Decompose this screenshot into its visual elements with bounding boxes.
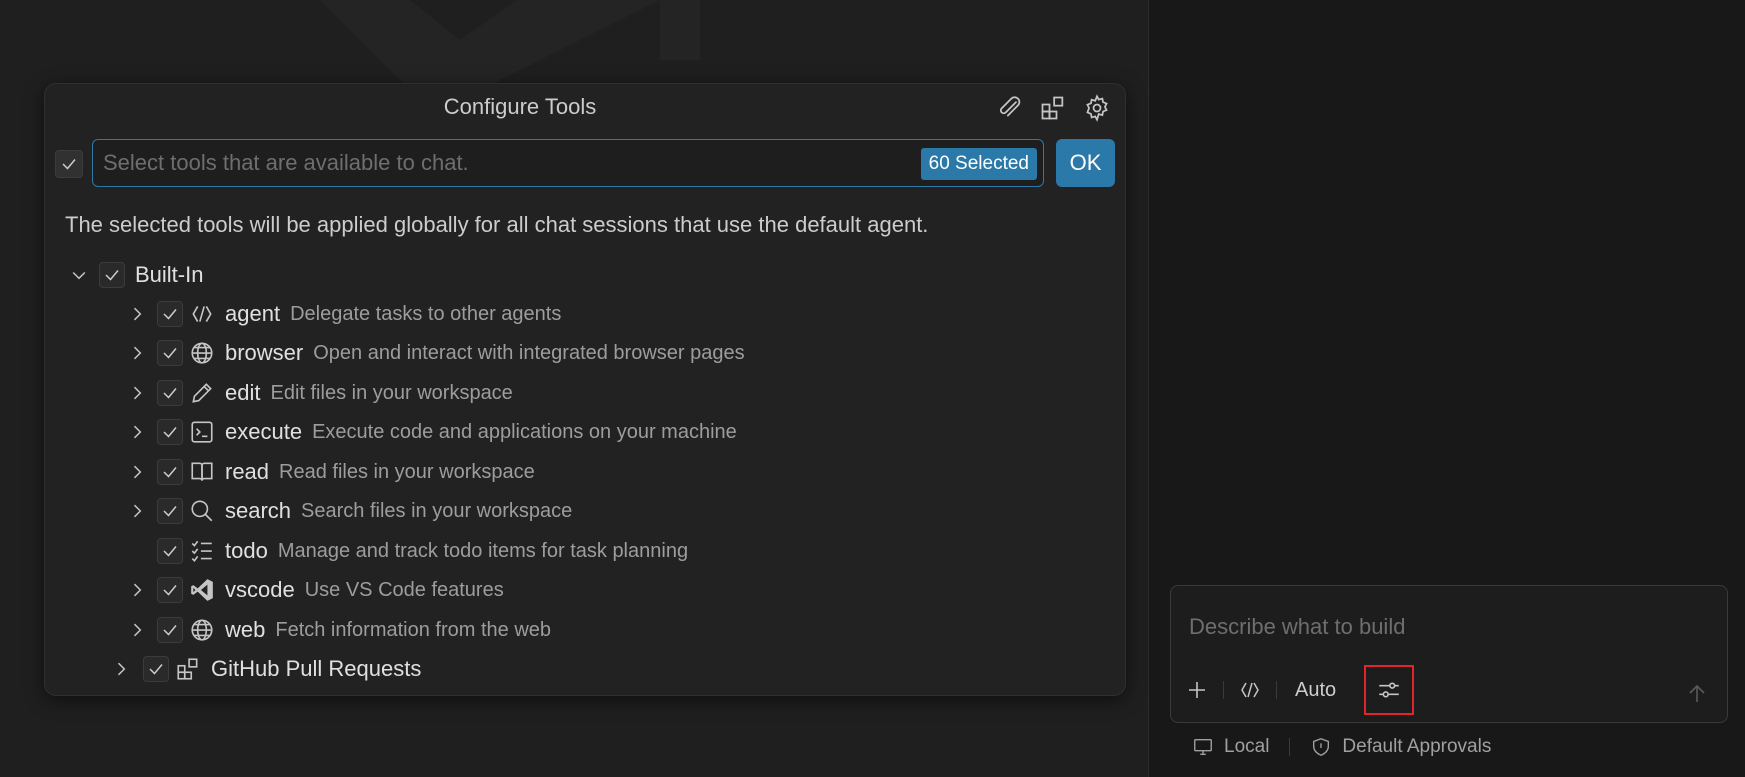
group-checkbox[interactable]: [143, 656, 169, 682]
tool-description: Delegate tasks to other agents: [290, 302, 562, 325]
tool-name: edit: [225, 380, 261, 405]
tool-description: Search files in your workspace: [301, 499, 573, 522]
settings-sliders-icon: [1379, 682, 1399, 698]
tree-group-built-in[interactable]: Built-In: [67, 256, 203, 294]
monitor-icon: [1194, 738, 1212, 756]
chevron-right-icon[interactable]: [125, 618, 149, 642]
tool-description: Fetch information from the web: [275, 618, 552, 641]
arrow-up-icon: [1689, 684, 1705, 702]
tool-description: Read files in your workspace: [279, 460, 535, 483]
dialog-description: The selected tools will be applied globa…: [65, 212, 929, 237]
add-context-button[interactable]: [1181, 672, 1213, 708]
chevron-right-icon[interactable]: [125, 381, 149, 405]
plus-icon: [1189, 682, 1205, 698]
tool-checkbox[interactable]: [157, 577, 183, 603]
tool-description: Edit files in your workspace: [270, 381, 513, 404]
dialog-title-actions: [991, 90, 1115, 126]
agent-icon: [187, 299, 217, 329]
agent-icon: [1241, 682, 1259, 698]
configure-tools-dialog: Configure Tools 60 Selected OK The selec…: [44, 83, 1126, 696]
configure-tools-button[interactable]: [1364, 665, 1415, 715]
divider: [1223, 681, 1224, 699]
checklist-icon: [187, 536, 217, 566]
group-checkbox[interactable]: [99, 262, 125, 288]
tool-checkbox[interactable]: [157, 340, 183, 366]
tool-row-web[interactable]: web Fetch information from the web: [125, 611, 551, 649]
book-icon: [187, 457, 217, 487]
tool-row-search[interactable]: search Search files in your workspace: [125, 492, 572, 530]
tool-description: Open and interact with integrated browse…: [313, 341, 745, 364]
approvals-label: Default Approvals: [1342, 736, 1492, 757]
tool-checkbox[interactable]: [157, 301, 183, 327]
chevron-right-icon[interactable]: [125, 420, 149, 444]
ok-button[interactable]: OK: [1056, 139, 1115, 187]
extensions-icon[interactable]: [1035, 90, 1071, 126]
chevron-right-icon[interactable]: [125, 341, 149, 365]
tool-name: vscode: [225, 577, 295, 602]
shield-icon: [1313, 738, 1330, 756]
chevron-down-icon[interactable]: [67, 263, 91, 287]
tool-name: web: [225, 617, 266, 642]
tool-description: Use VS Code features: [304, 578, 504, 601]
tool-name: agent: [225, 301, 281, 326]
tools-filter-input[interactable]: [103, 140, 903, 186]
agent-mode-button[interactable]: [1234, 672, 1266, 708]
tools-filter-box: 60 Selected: [92, 139, 1044, 187]
chevron-right-icon[interactable]: [125, 302, 149, 326]
send-button[interactable]: [1681, 678, 1713, 710]
tool-description: Execute code and applications on your ma…: [312, 420, 737, 443]
tool-checkbox[interactable]: [157, 419, 183, 445]
approvals-button[interactable]: Default Approvals: [1310, 736, 1491, 758]
tool-checkbox[interactable]: [157, 380, 183, 406]
tree-group-github-pull-requests[interactable]: GitHub Pull Requests: [109, 650, 421, 688]
chevron-right-icon[interactable]: [125, 460, 149, 484]
chevron-right-icon[interactable]: [125, 499, 149, 523]
extensions-icon: [173, 654, 203, 684]
chat-footer: Local Default Approvals: [1192, 736, 1491, 758]
tool-row-read[interactable]: read Read files in your workspace: [125, 453, 535, 491]
tool-name: search: [225, 498, 292, 523]
tool-checkbox[interactable]: [157, 498, 183, 524]
group-label: GitHub Pull Requests: [211, 656, 422, 681]
tool-row-agent[interactable]: agent Delegate tasks to other agents: [125, 295, 561, 333]
vscode-icon: [187, 575, 217, 605]
tool-row-execute[interactable]: execute Execute code and applications on…: [125, 413, 737, 451]
local-session-button[interactable]: Local: [1192, 736, 1269, 758]
paperclip-icon[interactable]: [991, 90, 1027, 126]
tool-description: Manage and track todo items for task pla…: [277, 539, 689, 562]
search-icon: [187, 496, 217, 526]
tool-row-vscode[interactable]: vscode Use VS Code features: [125, 571, 504, 609]
chat-input-placeholder[interactable]: Describe what to build: [1189, 614, 1405, 640]
globe-icon: [187, 615, 217, 645]
model-picker-button[interactable]: Auto: [1287, 672, 1344, 708]
group-label: Built-In: [135, 262, 204, 287]
tool-checkbox[interactable]: [157, 617, 183, 643]
chevron-right-icon[interactable]: [125, 578, 149, 602]
globe-icon: [187, 338, 217, 368]
tool-row-edit[interactable]: edit Edit files in your workspace: [125, 374, 513, 412]
selected-count-badge: 60 Selected: [920, 148, 1037, 180]
select-all-checkbox[interactable]: [55, 150, 83, 178]
pencil-icon: [187, 378, 217, 408]
divider: [1289, 738, 1291, 756]
tool-name: browser: [225, 340, 304, 365]
terminal-icon: [187, 417, 217, 447]
tool-row-browser[interactable]: browser Open and interact with integrate…: [125, 334, 745, 372]
chat-toolbar: Auto: [1181, 665, 1415, 715]
tool-checkbox[interactable]: [157, 459, 183, 485]
chat-input-box[interactable]: Describe what to build Auto: [1170, 585, 1728, 723]
tool-row-todo[interactable]: todo Manage and track todo items for tas…: [157, 532, 688, 570]
tool-checkbox[interactable]: [157, 538, 183, 564]
dialog-title: Configure Tools: [443, 94, 597, 119]
tool-name: todo: [225, 538, 268, 563]
tool-name: execute: [225, 419, 303, 444]
gear-icon[interactable]: [1079, 90, 1115, 126]
chevron-right-icon[interactable]: [109, 657, 133, 681]
tool-name: read: [225, 459, 270, 484]
divider: [1276, 681, 1277, 699]
local-label: Local: [1224, 736, 1270, 757]
